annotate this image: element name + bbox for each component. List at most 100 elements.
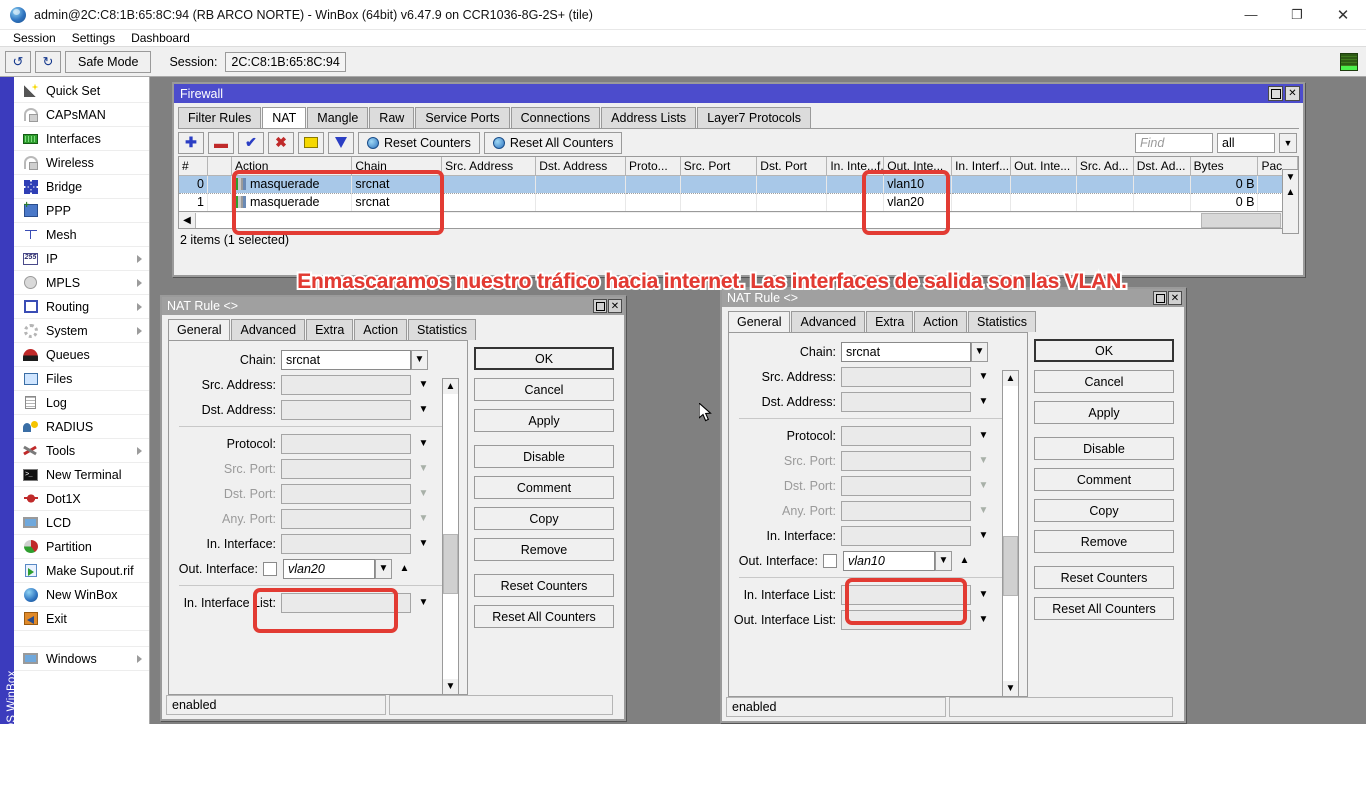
disable-button[interactable]: Disable	[474, 445, 614, 468]
out-interface-scroll-up-icon[interactable]: ▲	[396, 559, 413, 579]
tab-general[interactable]: General	[728, 311, 790, 332]
menu-settings[interactable]: Settings	[64, 31, 123, 45]
nat-left-maximize-button[interactable]	[593, 299, 607, 313]
protocol-dropdown-icon[interactable]: ▼	[415, 434, 432, 454]
scrollbar-track[interactable]	[443, 394, 458, 679]
scroll-left-arrow-icon[interactable]: ◀	[179, 213, 196, 228]
out-interface-input[interactable]: vlan10	[843, 551, 935, 571]
ok-button[interactable]: OK	[474, 347, 614, 370]
sidebar-item-ip[interactable]: 255IP	[14, 247, 149, 271]
sidebar-item-files[interactable]: Files	[14, 367, 149, 391]
tab-address-lists[interactable]: Address Lists	[601, 107, 696, 128]
dst-address-dropdown-icon[interactable]: ▼	[415, 400, 432, 420]
table-horizontal-scrollbar[interactable]: ◀ ▶	[178, 212, 1299, 229]
nat-left-form-scrollbar[interactable]: ▲ ▼	[442, 378, 459, 695]
scroll-down-arrow-icon[interactable]: ▼	[443, 679, 458, 694]
sidebar-item-partition[interactable]: Partition	[14, 535, 149, 559]
in-interface-list-input[interactable]	[841, 585, 971, 605]
out-interface-input[interactable]: vlan20	[283, 559, 375, 579]
col-dst-address-list[interactable]: Dst. Ad...	[1133, 157, 1190, 175]
out-interface-dropdown-icon[interactable]: ▼	[935, 551, 952, 571]
tab-connections[interactable]: Connections	[511, 107, 601, 128]
tab-action[interactable]: Action	[914, 311, 967, 332]
hscroll-thumb[interactable]	[1201, 213, 1281, 228]
tab-mangle[interactable]: Mangle	[307, 107, 368, 128]
sidebar-item-dot1x[interactable]: Dot1X	[14, 487, 149, 511]
disable-button[interactable]: Disable	[1034, 437, 1174, 460]
table-row[interactable]: 0 masquerade srcnat vlan10	[179, 175, 1298, 193]
reset-all-counters-button[interactable]: Reset All Counters	[1034, 597, 1174, 620]
out-interface-dropdown-icon[interactable]: ▼	[375, 559, 392, 579]
redo-button[interactable]: ↻	[35, 51, 61, 73]
comment-button[interactable]: Comment	[1034, 468, 1174, 491]
add-rule-button[interactable]: ✚	[178, 132, 204, 154]
sidebar-item-new-terminal[interactable]: >_New Terminal	[14, 463, 149, 487]
chevron-down-icon[interactable]: ▼	[1283, 170, 1298, 185]
scroll-up-arrow-icon[interactable]: ▲	[1283, 185, 1298, 200]
col-dst-address[interactable]: Dst. Address	[536, 157, 626, 175]
dst-address-input[interactable]	[841, 392, 971, 412]
chain-input[interactable]: srcnat	[841, 342, 971, 362]
tab-statistics[interactable]: Statistics	[968, 311, 1036, 332]
in-interface-list-dropdown-icon[interactable]: ▼	[415, 593, 432, 613]
tab-statistics[interactable]: Statistics	[408, 319, 476, 340]
tab-layer7-protocols[interactable]: Layer7 Protocols	[697, 107, 811, 128]
tab-extra[interactable]: Extra	[866, 311, 913, 332]
sidebar-item-log[interactable]: Log	[14, 391, 149, 415]
sidebar-item-mesh[interactable]: Mesh	[14, 223, 149, 247]
src-address-dropdown-icon[interactable]: ▼	[975, 367, 992, 387]
safe-mode-button[interactable]: Safe Mode	[65, 51, 151, 73]
menu-session[interactable]: Session	[5, 31, 64, 45]
col-in-interface-list[interactable]: In. Interf...	[952, 157, 1011, 175]
table-vertical-scrollbar[interactable]: ▼ ▲	[1282, 169, 1299, 234]
protocol-input[interactable]	[841, 426, 971, 446]
hscroll-track[interactable]	[196, 213, 1201, 228]
tab-raw[interactable]: Raw	[369, 107, 414, 128]
menu-dashboard[interactable]: Dashboard	[123, 31, 198, 45]
disable-rule-button[interactable]: ✖	[268, 132, 294, 154]
in-interface-input[interactable]	[841, 526, 971, 546]
comment-icon[interactable]	[298, 132, 324, 154]
enable-rule-button[interactable]: ✔	[238, 132, 264, 154]
tab-action[interactable]: Action	[354, 319, 407, 340]
col-out-interface[interactable]: Out. Inte...	[884, 157, 952, 175]
col-protocol[interactable]: Proto...	[625, 157, 680, 175]
reset-counters-button[interactable]: Reset Counters	[358, 132, 480, 154]
col-num[interactable]: #	[179, 157, 207, 175]
sidebar-item-system[interactable]: System	[14, 319, 149, 343]
nat-left-close-button[interactable]: ✕	[608, 299, 622, 313]
scroll-up-arrow-icon[interactable]: ▲	[443, 379, 458, 394]
col-in-interface[interactable]: In. Inte...f...	[827, 157, 884, 175]
scrollbar-track[interactable]	[1003, 386, 1018, 681]
col-bytes[interactable]: Bytes	[1190, 157, 1258, 175]
in-interface-dropdown-icon[interactable]: ▼	[415, 534, 432, 554]
out-interface-negate-checkbox[interactable]	[263, 562, 277, 576]
dst-address-input[interactable]	[281, 400, 411, 420]
chain-dropdown-icon[interactable]: ▼	[971, 342, 988, 362]
sidebar-item-exit[interactable]: Exit	[14, 607, 149, 631]
scroll-up-arrow-icon[interactable]: ▲	[1003, 371, 1018, 386]
out-interface-list-input[interactable]	[841, 610, 971, 630]
sidebar-item-new-winbox[interactable]: New WinBox	[14, 583, 149, 607]
close-button[interactable]: ✕	[1320, 0, 1366, 30]
reset-all-counters-button[interactable]: Reset All Counters	[484, 132, 623, 154]
sidebar-item-radius[interactable]: RADIUS	[14, 415, 149, 439]
tab-nat[interactable]: NAT	[262, 107, 306, 128]
sidebar-item-mpls[interactable]: MPLS	[14, 271, 149, 295]
cancel-button[interactable]: Cancel	[474, 378, 614, 401]
ok-button[interactable]: OK	[1034, 339, 1174, 362]
sidebar-item-lcd[interactable]: LCD	[14, 511, 149, 535]
apply-button[interactable]: Apply	[474, 409, 614, 432]
in-interface-dropdown-icon[interactable]: ▼	[975, 526, 992, 546]
sidebar-item-bridge[interactable]: Bridge	[14, 175, 149, 199]
copy-button[interactable]: Copy	[474, 507, 614, 530]
in-interface-list-input[interactable]	[281, 593, 411, 613]
tab-service-ports[interactable]: Service Ports	[415, 107, 509, 128]
col-src-address[interactable]: Src. Address	[442, 157, 536, 175]
tab-general[interactable]: General	[168, 319, 230, 340]
col-src-port[interactable]: Src. Port	[680, 157, 757, 175]
filter-icon[interactable]	[328, 132, 354, 154]
sidebar-item-wireless[interactable]: Wireless	[14, 151, 149, 175]
reset-counters-button[interactable]: Reset Counters	[474, 574, 614, 597]
sidebar-item-make-supout[interactable]: Make Supout.rif	[14, 559, 149, 583]
